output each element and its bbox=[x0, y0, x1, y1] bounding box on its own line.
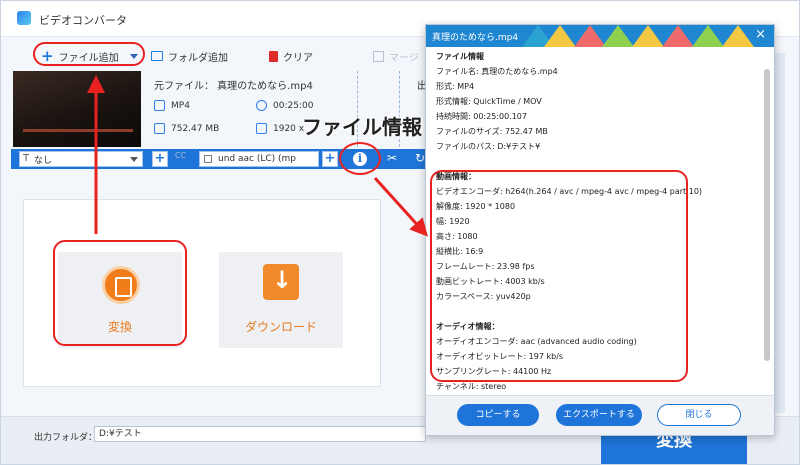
add-audio-button[interactable]: + bbox=[322, 151, 338, 167]
merge-icon bbox=[373, 50, 384, 62]
duration-meta: 00:25:00 bbox=[256, 100, 313, 111]
annotation-ring bbox=[339, 142, 381, 175]
rotate-icon[interactable]: ↻ bbox=[415, 151, 425, 165]
format-meta: MP4 bbox=[154, 100, 190, 111]
info-line: 形式情報: QuickTime / MOV bbox=[436, 97, 542, 106]
annotation-ring bbox=[53, 240, 187, 346]
close-button[interactable]: 閉じる bbox=[657, 404, 741, 426]
header-decoration bbox=[544, 25, 576, 47]
audio-track-select[interactable]: und aac (LC) (mp bbox=[199, 151, 319, 167]
merge-button[interactable]: マージ bbox=[373, 45, 419, 67]
info-line: ファイルのパス: D:¥テスト¥ bbox=[436, 142, 541, 151]
clear-button[interactable]: クリア bbox=[269, 45, 313, 67]
download-tile[interactable]: ダウンロード bbox=[219, 252, 343, 348]
info-section-title: ファイル情報 bbox=[436, 52, 484, 61]
annotation-callout: ファイル情報 bbox=[302, 115, 422, 139]
resolution-icon bbox=[256, 123, 267, 134]
audio-track-value: und aac (LC) (mp bbox=[218, 154, 296, 164]
merge-label: マージ bbox=[389, 52, 419, 64]
header-decoration bbox=[692, 25, 724, 47]
info-line: 形式: MP4 bbox=[436, 82, 475, 91]
resolution-meta: 1920 x bbox=[256, 123, 304, 134]
output-folder-label: 出力フォルダ： bbox=[34, 433, 98, 443]
add-subtitle-button[interactable]: + bbox=[152, 151, 168, 167]
video-thumbnail[interactable] bbox=[13, 71, 141, 147]
resolution-value: 1920 x bbox=[273, 123, 305, 134]
file-size-icon bbox=[154, 123, 165, 134]
info-line: ファイル名: 真理のためなら.mp4 bbox=[436, 67, 558, 76]
dialog-header: 真理のためなら.mp4 × bbox=[426, 25, 774, 47]
info-line: 持続時間: 00:25:00.107 bbox=[436, 112, 527, 121]
annotation-ring bbox=[430, 170, 688, 382]
cc-button[interactable]: CC bbox=[175, 151, 186, 160]
info-line: ファイルのサイズ: 752.47 MB bbox=[436, 127, 548, 136]
clear-label: クリア bbox=[283, 52, 313, 64]
format-value: MP4 bbox=[171, 100, 190, 111]
add-folder-label: フォルダ追加 bbox=[168, 52, 228, 64]
app-logo-icon bbox=[17, 11, 31, 25]
folder-icon bbox=[151, 51, 163, 61]
clock-icon bbox=[256, 100, 267, 111]
info-line bbox=[436, 154, 758, 169]
close-icon[interactable]: × bbox=[755, 27, 766, 42]
copy-button[interactable]: コピーする bbox=[457, 404, 539, 426]
source-file-label: 元ファイル： 真理のためなら.mp4 bbox=[154, 81, 313, 92]
download-icon bbox=[263, 264, 299, 300]
size-value: 752.47 MB bbox=[171, 123, 220, 134]
thumbnail-detail bbox=[23, 129, 133, 132]
header-decoration bbox=[602, 25, 634, 47]
download-tile-label: ダウンロード bbox=[244, 320, 317, 334]
dialog-title: 真理のためなら.mp4 bbox=[432, 33, 519, 43]
add-folder-button[interactable]: フォルダ追加 bbox=[151, 45, 228, 67]
annotation-ring bbox=[33, 42, 145, 66]
chevron-down-icon bbox=[130, 157, 138, 162]
header-decoration bbox=[632, 25, 664, 47]
duration-value: 00:25:00 bbox=[273, 100, 314, 111]
subtitle-value: なし bbox=[34, 155, 53, 166]
export-button[interactable]: エクスポートする bbox=[556, 404, 642, 426]
output-folder-input[interactable]: D:¥テスト bbox=[94, 426, 426, 442]
header-decoration bbox=[722, 25, 754, 47]
trash-icon bbox=[269, 50, 278, 62]
size-meta: 752.47 MB bbox=[154, 123, 219, 134]
header-decoration bbox=[662, 25, 694, 47]
subtitle-prefix: T bbox=[23, 153, 30, 164]
format-icon bbox=[154, 100, 165, 111]
speaker-icon bbox=[204, 155, 212, 163]
scrollbar[interactable] bbox=[764, 69, 770, 361]
subtitle-select[interactable]: T なし bbox=[19, 151, 143, 167]
scissors-icon[interactable]: ✂ bbox=[387, 151, 397, 165]
app-title: ビデオコンバータ bbox=[39, 14, 127, 27]
